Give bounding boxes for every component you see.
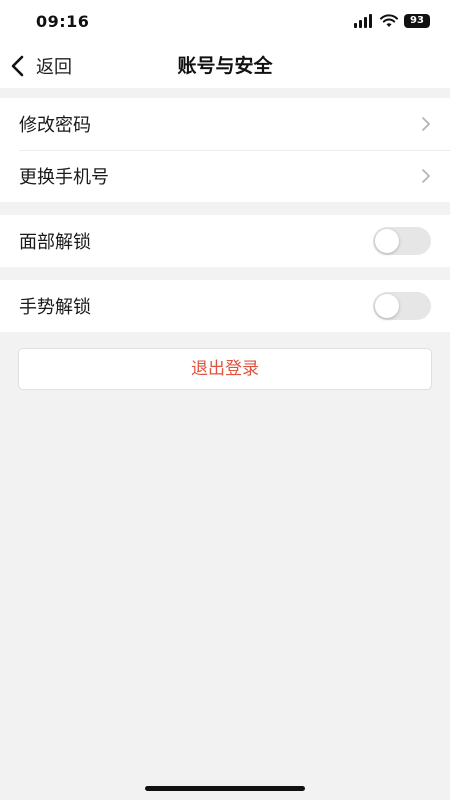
chevron-left-icon: [11, 55, 24, 77]
settings-group-face-unlock: 面部解锁: [0, 215, 450, 267]
status-time: 09:16: [36, 12, 90, 31]
settings-group-account: 修改密码 更换手机号: [0, 98, 450, 202]
change-password-row[interactable]: 修改密码: [0, 98, 450, 150]
row-label: 手势解锁: [19, 297, 91, 318]
gesture-unlock-row: 手势解锁: [0, 280, 450, 332]
toggle-knob: [375, 229, 399, 253]
back-button[interactable]: 返回: [8, 44, 72, 88]
chevron-right-icon: [422, 117, 430, 131]
status-icons: 93: [354, 14, 430, 28]
row-label: 修改密码: [19, 115, 91, 136]
chevron-right-icon: [422, 169, 430, 183]
row-label: 面部解锁: [19, 232, 91, 253]
battery-indicator: 93: [404, 14, 430, 28]
back-label: 返回: [36, 57, 72, 78]
gesture-unlock-toggle[interactable]: [373, 292, 431, 320]
face-unlock-toggle[interactable]: [373, 227, 431, 255]
face-unlock-row: 面部解锁: [0, 215, 450, 267]
signal-icon: [354, 14, 372, 28]
change-phone-row[interactable]: 更换手机号: [0, 150, 450, 202]
status-bar: 09:16 93: [0, 0, 450, 44]
toggle-knob: [375, 294, 399, 318]
row-label: 更换手机号: [19, 167, 109, 188]
logout-button[interactable]: 退出登录: [18, 348, 432, 390]
settings-group-gesture-unlock: 手势解锁: [0, 280, 450, 332]
nav-bar: 返回 账号与安全: [0, 44, 450, 88]
home-indicator: [145, 786, 305, 791]
wifi-icon: [380, 14, 398, 27]
